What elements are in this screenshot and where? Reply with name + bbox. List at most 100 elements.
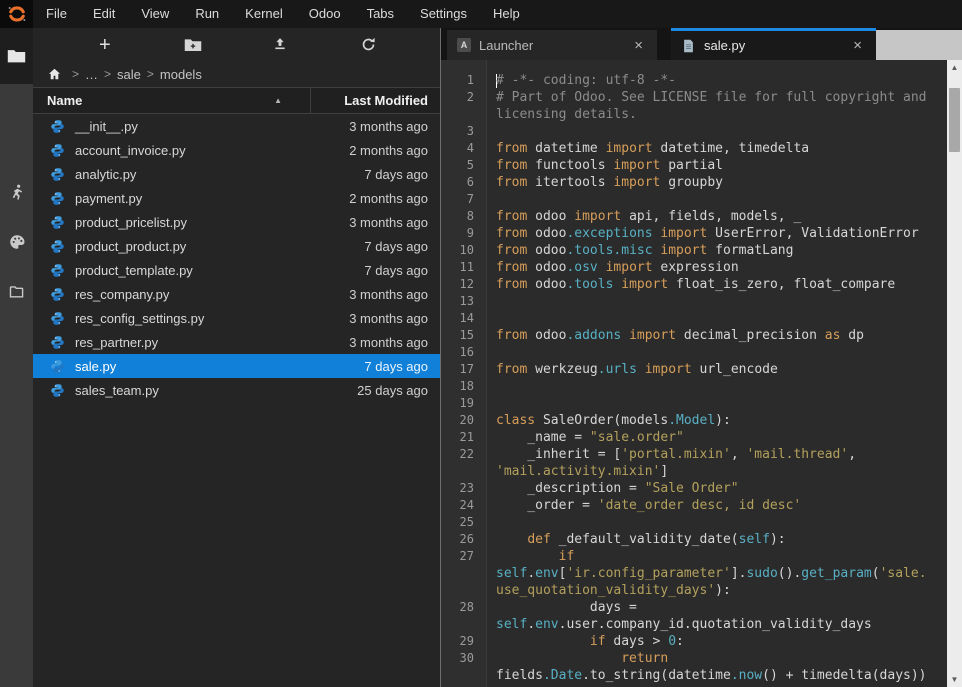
app-logo bbox=[0, 0, 33, 28]
code-line: fields.Date.to_string(datetime.now() + t… bbox=[441, 667, 947, 684]
breadcrumb-segment[interactable]: models bbox=[160, 67, 202, 82]
code-line: 22 _inherit = ['portal.mixin', 'mail.thr… bbox=[441, 446, 947, 463]
file-modified-time: 3 months ago bbox=[349, 215, 440, 230]
file-row[interactable]: product_pricelist.py3 months ago bbox=[33, 210, 440, 234]
code-text: _description = "Sale Order" bbox=[487, 480, 739, 497]
scroll-up-icon[interactable]: ▲ bbox=[947, 60, 962, 75]
code-text bbox=[487, 293, 496, 310]
home-icon[interactable] bbox=[47, 67, 62, 81]
code-text: if bbox=[487, 548, 574, 565]
line-number bbox=[441, 463, 487, 480]
code-line: self.env['ir.config_parameter'].sudo().g… bbox=[441, 565, 947, 582]
code-line: 23 _description = "Sale Order" bbox=[441, 480, 947, 497]
menu-run[interactable]: Run bbox=[182, 0, 232, 28]
scrollbar-thumb[interactable] bbox=[949, 88, 960, 152]
menu-view[interactable]: View bbox=[128, 0, 182, 28]
file-row[interactable]: account_invoice.py2 months ago bbox=[33, 138, 440, 162]
code-line: 13 bbox=[441, 293, 947, 310]
code-text: self.env['ir.config_parameter'].sudo().g… bbox=[487, 565, 927, 582]
editor-scrollbar[interactable]: ▲ ▼ bbox=[947, 60, 962, 687]
tab-sale-py-label: sale.py bbox=[704, 38, 849, 53]
line-number: 15 bbox=[441, 327, 487, 344]
file-row[interactable]: res_config_settings.py3 months ago bbox=[33, 306, 440, 330]
code-text: from werkzeug.urls import url_encode bbox=[487, 361, 778, 378]
column-header-name[interactable]: Name ▲ bbox=[33, 88, 311, 113]
line-number: 8 bbox=[441, 208, 487, 225]
file-row[interactable]: sale.py7 days ago bbox=[33, 354, 440, 378]
breadcrumb-separator: > bbox=[104, 67, 111, 81]
tab-sale-py[interactable]: sale.py × bbox=[671, 28, 876, 60]
column-header-last-modified[interactable]: Last Modified bbox=[311, 93, 440, 108]
tab-launcher[interactable]: A Launcher × bbox=[447, 30, 657, 60]
file-row[interactable]: product_template.py7 days ago bbox=[33, 258, 440, 282]
code-line: licensing details. bbox=[441, 106, 947, 123]
code-editor[interactable]: 1# -*- coding: utf-8 -*-2# Part of Odoo.… bbox=[441, 60, 962, 687]
code-text: days = bbox=[487, 599, 637, 616]
code-text: # -*- coding: utf-8 -*- bbox=[487, 72, 676, 89]
file-row[interactable]: analytic.py7 days ago bbox=[33, 162, 440, 186]
file-modified-time: 7 days ago bbox=[364, 239, 440, 254]
code-line: 7 bbox=[441, 191, 947, 208]
file-name: res_config_settings.py bbox=[75, 311, 349, 326]
menu-odoo[interactable]: Odoo bbox=[296, 0, 354, 28]
line-number: 19 bbox=[441, 395, 487, 412]
menu-settings[interactable]: Settings bbox=[407, 0, 480, 28]
new-launcher-button[interactable]: + bbox=[91, 32, 119, 58]
file-browser: + bbox=[33, 28, 441, 687]
menu-edit[interactable]: Edit bbox=[80, 0, 128, 28]
refresh-icon bbox=[360, 36, 377, 53]
line-number: 5 bbox=[441, 157, 487, 174]
menu-tabs[interactable]: Tabs bbox=[354, 0, 407, 28]
menu-help[interactable]: Help bbox=[480, 0, 533, 28]
sidebar-tab-running[interactable] bbox=[0, 183, 33, 201]
file-name: sales_team.py bbox=[75, 383, 357, 398]
code-line: 30 return bbox=[441, 650, 947, 667]
code-line: 17from werkzeug.urls import url_encode bbox=[441, 361, 947, 378]
sidebar-tab-open-tabs[interactable] bbox=[0, 283, 33, 300]
code-text: return bbox=[487, 650, 668, 667]
code-line: 20class SaleOrder(models.Model): bbox=[441, 412, 947, 429]
code-text: from odoo.tools.misc import formatLang bbox=[487, 242, 793, 259]
code-text: _order = 'date_order desc, id desc' bbox=[487, 497, 801, 514]
code-text: if days > 0: bbox=[487, 633, 684, 650]
code-line: 6from itertools import groupby bbox=[441, 174, 947, 191]
menu-file[interactable]: File bbox=[33, 0, 80, 28]
close-icon[interactable]: × bbox=[849, 37, 866, 54]
file-row[interactable]: res_company.py3 months ago bbox=[33, 282, 440, 306]
running-man-icon bbox=[8, 183, 26, 201]
menu-kernel[interactable]: Kernel bbox=[232, 0, 296, 28]
sidebar-tab-file-browser[interactable] bbox=[0, 28, 33, 84]
sidebar-tab-commands[interactable] bbox=[0, 233, 33, 251]
line-number: 30 bbox=[441, 650, 487, 667]
file-modified-time: 25 days ago bbox=[357, 383, 440, 398]
python-file-icon bbox=[50, 335, 66, 350]
code-line: 24 _order = 'date_order desc, id desc' bbox=[441, 497, 947, 514]
code-line: 16 bbox=[441, 344, 947, 361]
file-row[interactable]: product_product.py7 days ago bbox=[33, 234, 440, 258]
code-line: 19 bbox=[441, 395, 947, 412]
line-number: 3 bbox=[441, 123, 487, 140]
refresh-button[interactable] bbox=[354, 32, 382, 58]
breadcrumb-segment[interactable]: sale bbox=[117, 67, 141, 82]
file-row[interactable]: payment.py2 months ago bbox=[33, 186, 440, 210]
code-line: 27 if bbox=[441, 548, 947, 565]
file-name: payment.py bbox=[75, 191, 349, 206]
code-line: 9from odoo.exceptions import UserError, … bbox=[441, 225, 947, 242]
upload-button[interactable] bbox=[266, 32, 294, 58]
launcher-icon: A bbox=[457, 38, 471, 52]
scroll-down-icon[interactable]: ▼ bbox=[947, 672, 962, 687]
code-line: 12from odoo.tools import float_is_zero, … bbox=[441, 276, 947, 293]
file-name: analytic.py bbox=[75, 167, 364, 182]
file-row[interactable]: res_partner.py3 months ago bbox=[33, 330, 440, 354]
code-text: from odoo.osv import expression bbox=[487, 259, 739, 276]
menubar: FileEditViewRunKernelOdooTabsSettingsHel… bbox=[0, 0, 962, 28]
file-row[interactable]: __init__.py3 months ago bbox=[33, 114, 440, 138]
file-row[interactable]: sales_team.py25 days ago bbox=[33, 378, 440, 402]
plus-icon: + bbox=[99, 35, 111, 55]
close-icon[interactable]: × bbox=[630, 37, 647, 54]
line-number bbox=[441, 667, 487, 684]
breadcrumb-segment[interactable]: … bbox=[85, 67, 98, 82]
code-text bbox=[487, 344, 496, 361]
new-folder-button[interactable] bbox=[179, 32, 207, 58]
file-name: __init__.py bbox=[75, 119, 349, 134]
